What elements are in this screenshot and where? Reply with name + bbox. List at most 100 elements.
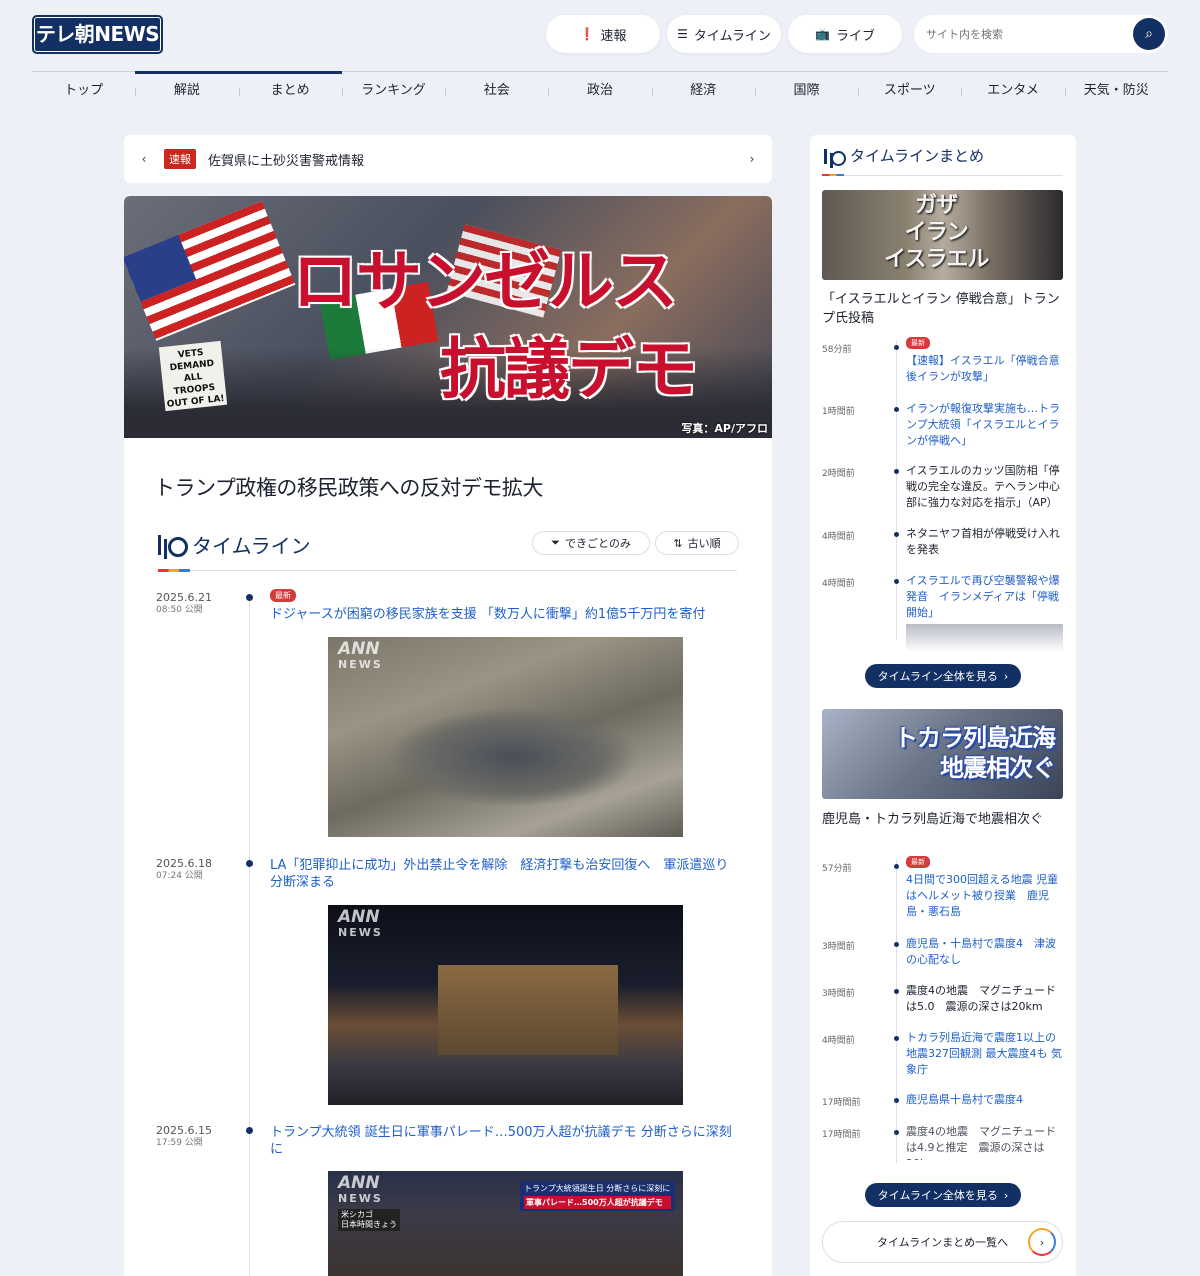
item-dot bbox=[894, 1036, 899, 1041]
nav-item-politics[interactable]: 政治 bbox=[548, 80, 651, 104]
latest-badge: 最新 bbox=[906, 856, 930, 868]
search-input[interactable] bbox=[926, 27, 1126, 41]
summary-title[interactable]: 鹿児島・トカラ列島近海で地震相次ぐ bbox=[822, 810, 1063, 829]
item-headline[interactable]: イスラエルのカッツ国防相「停戦の完全な違反。テヘラン中心部に強力な対応を指示」（… bbox=[906, 463, 1066, 511]
live-button-label: ライブ bbox=[835, 28, 875, 44]
chevron-right-icon: › bbox=[1003, 669, 1009, 683]
us-flag-graphic bbox=[124, 201, 296, 341]
summary-list-link[interactable]: タイムラインまとめ一覧へ › bbox=[822, 1221, 1063, 1263]
site-logo[interactable]: テレ朝NEWS bbox=[32, 15, 163, 54]
event-headline[interactable]: ドジャースが困窮の移民家族を支援 「数万人に衝撃」約1億5千万円を寄付 bbox=[270, 606, 740, 623]
search-icon: ⌕ bbox=[1145, 26, 1153, 42]
tv-icon: 📺 bbox=[815, 27, 830, 41]
sidebar-rail bbox=[896, 859, 897, 1163]
filter-label: できごとのみ bbox=[564, 537, 631, 550]
event-date: 2025.6.18 07:24 公開 bbox=[156, 857, 212, 881]
ann-news-watermark: ANN NEWS bbox=[338, 907, 383, 940]
item-headline[interactable]: 震度4の地震 マグニチュードは4.9と推定 震源の深さは20km bbox=[906, 1124, 1066, 1160]
summary-thumbnail-text: ガザ イラン イスラエル bbox=[884, 193, 989, 272]
item-headline[interactable]: 震度4の地震 マグニチュードは5.0 震源の深さは20km bbox=[906, 983, 1066, 1015]
summary-title[interactable]: 「イスラエルとイラン 停戦合意」トランプ氏投稿 bbox=[822, 290, 1063, 328]
sidebar-rail bbox=[896, 340, 897, 640]
event-thumbnail[interactable]: ANN NEWS トランプ大統領誕生日 分断さらに深刻に 軍事パレード…500万人超… bbox=[328, 1171, 683, 1276]
item-dot bbox=[894, 1098, 899, 1103]
prev-arrow-icon[interactable]: ‹ bbox=[124, 152, 164, 166]
item-time: 58分前 bbox=[822, 345, 852, 355]
event-thumbnail[interactable]: ANN NEWS bbox=[328, 905, 683, 1105]
item-time: 3時間前 bbox=[822, 942, 855, 952]
search-button[interactable]: ⌕ bbox=[1133, 18, 1165, 50]
nav-item-sports[interactable]: スポーツ bbox=[858, 80, 961, 104]
item-headline[interactable]: イスラエルで再び空襲警報や爆発音 イランメディアは「停戦開始」 bbox=[906, 573, 1066, 621]
sidebar-heading-text: タイムラインまとめ bbox=[850, 147, 984, 165]
timeline-summary-sidebar: タイムラインまとめ ガザ イラン イスラエル 「イスラエルとイラン 停戦合意」ト… bbox=[810, 135, 1076, 1276]
article-title: トランプ政権の移民政策への反対デモ拡大 bbox=[154, 476, 543, 500]
see-all-timeline-button[interactable]: タイムライン全体を見る › bbox=[865, 1183, 1021, 1207]
nav-item-entertainment[interactable]: エンタメ bbox=[961, 80, 1064, 104]
nav-item-summary[interactable]: まとめ bbox=[238, 80, 342, 104]
summary-thumbnail[interactable]: トカラ列島近海 地震相次ぐ bbox=[822, 709, 1063, 799]
breaking-news-bar: ‹ 速報 佐賀県に土砂災害警戒情報 › bbox=[124, 135, 772, 183]
item-headline[interactable]: 4日間で300回超える地震 児童はヘルメット被り授業 鹿児島・悪石島 bbox=[906, 872, 1066, 920]
protest-sign: VETS DEMAND ALL TROOPS OUT OF LA! bbox=[158, 340, 228, 412]
item-headline[interactable]: イランが報復攻撃実施も…トランプ大統領「イスラエルとイランが停戦へ」 bbox=[906, 401, 1066, 449]
item-headline[interactable]: トカラ列島近海で震度1以上の地震327回観測 最大震度4も 気象庁 bbox=[906, 1030, 1066, 1078]
sort-label: 古い順 bbox=[687, 537, 721, 550]
event-headline[interactable]: トランプ大統領 誕生日に軍事パレード…500万人超が抗議デモ 分断さらに深刻に bbox=[270, 1124, 740, 1158]
nav-item-top[interactable]: トップ bbox=[32, 80, 135, 104]
event-dot bbox=[246, 860, 253, 867]
summary-list-link-label: タイムラインまとめ一覧へ bbox=[876, 1236, 1009, 1249]
summary-thumbnail-text: トカラ列島近海 地震相次ぐ bbox=[894, 724, 1056, 782]
live-button[interactable]: 📺 ライブ bbox=[788, 15, 902, 53]
breaking-text[interactable]: 佐賀県に土砂災害警戒情報 bbox=[208, 150, 732, 169]
sidebar-divider bbox=[822, 174, 1063, 176]
nav-item-society[interactable]: 社会 bbox=[445, 80, 548, 104]
item-time: 1時間前 bbox=[822, 407, 855, 417]
filter-events-button[interactable]: ⏷ できごとのみ bbox=[532, 531, 650, 555]
item-time: 57分前 bbox=[822, 864, 852, 874]
nav-item-economy[interactable]: 経済 bbox=[651, 80, 755, 104]
nav-item-ranking[interactable]: ランキング bbox=[341, 80, 445, 104]
hero-image: VETS DEMAND ALL TROOPS OUT OF LA! ロサンゼルス… bbox=[124, 196, 772, 438]
item-headline[interactable]: 鹿児島・十島村で震度4 津波の心配なし bbox=[906, 936, 1066, 968]
item-dot bbox=[894, 469, 899, 474]
timeline-divider bbox=[158, 569, 737, 572]
item-dot bbox=[894, 532, 899, 537]
event-dot bbox=[246, 1127, 253, 1134]
item-dot bbox=[894, 1130, 899, 1135]
nav-item-commentary[interactable]: 解説 bbox=[135, 80, 238, 104]
alert-icon: ❗ bbox=[579, 27, 595, 41]
sort-icon: ⇅ bbox=[673, 536, 683, 550]
item-headline[interactable]: ネタニヤフ首相が停戦受け入れを発表 bbox=[906, 526, 1066, 558]
item-headline[interactable]: 鹿児島県十島村で震度4 bbox=[906, 1092, 1066, 1108]
event-thumbnail[interactable]: ANN NEWS bbox=[328, 637, 683, 837]
sort-oldest-button[interactable]: ⇅ 古い順 bbox=[655, 531, 739, 555]
nav-item-weather[interactable]: 天気・防災 bbox=[1064, 80, 1168, 104]
item-time: 17時間前 bbox=[822, 1130, 861, 1140]
item-dot bbox=[894, 989, 899, 994]
filter-icon: ⏷ bbox=[551, 536, 560, 549]
summary-thumbnail[interactable]: ガザ イラン イスラエル bbox=[822, 190, 1063, 280]
item-time: 17時間前 bbox=[822, 1098, 861, 1108]
event-date: 2025.6.21 08:50 公開 bbox=[156, 591, 212, 615]
see-all-timeline-button[interactable]: タイムライン全体を見る › bbox=[865, 664, 1021, 688]
ann-news-watermark: ANN NEWS bbox=[338, 639, 383, 672]
chevron-right-icon: › bbox=[1003, 1188, 1009, 1202]
breaking-button[interactable]: ❗ 速報 bbox=[546, 15, 660, 53]
nav-active-indicator bbox=[135, 71, 342, 74]
timeline-button-label: タイムライン bbox=[693, 28, 771, 44]
item-dot bbox=[894, 864, 899, 869]
nav-item-international[interactable]: 国際 bbox=[754, 80, 858, 104]
breaking-badge: 速報 bbox=[164, 149, 196, 169]
item-time: 3時間前 bbox=[822, 989, 855, 999]
timeline-button[interactable]: ☰ タイムライン bbox=[667, 15, 781, 53]
location-caption: 米シカゴ 日本時間きょう bbox=[338, 1209, 400, 1231]
event-headline[interactable]: LA「犯罪抑止に成功」外出禁止令を解除 経済打撃も治安回復へ 軍派遣巡り分断深ま… bbox=[270, 857, 740, 891]
item-dot bbox=[894, 579, 899, 584]
item-time: 2時間前 bbox=[822, 469, 855, 479]
next-arrow-icon[interactable]: › bbox=[732, 152, 772, 166]
timeline-rail bbox=[249, 596, 250, 1276]
item-headline[interactable]: 【速報】イスラエル「停戦合意後イランが攻撃」 bbox=[906, 353, 1066, 385]
article-card: VETS DEMAND ALL TROOPS OUT OF LA! ロサンゼルス… bbox=[124, 196, 772, 1276]
overflow-fade bbox=[906, 624, 1063, 652]
